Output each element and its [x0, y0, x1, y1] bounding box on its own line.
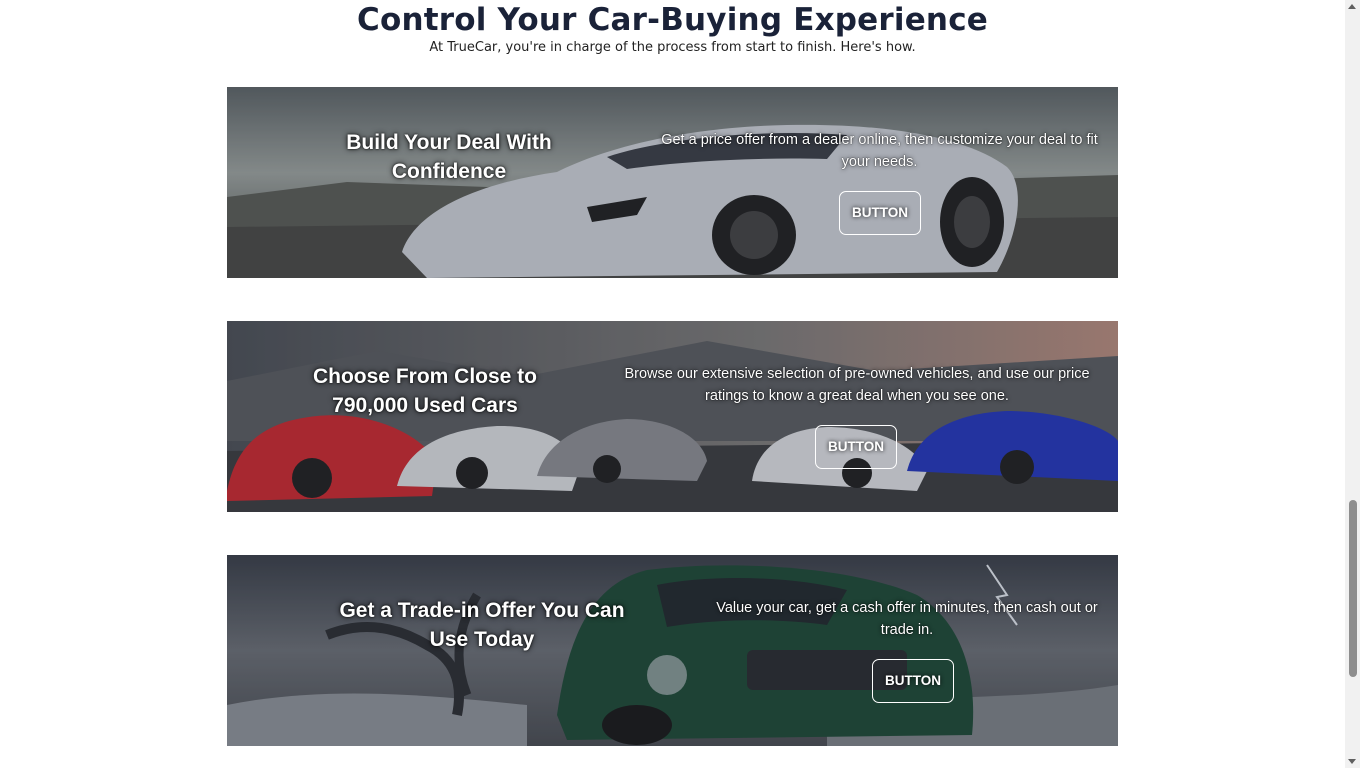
page-scrollbar[interactable]: [1345, 0, 1360, 768]
banner-title: Choose From Close to 790,000 Used Cars: [312, 365, 538, 417]
banner-trade-in: Get a Trade-in Offer You Can Use Today V…: [227, 555, 1118, 746]
banner-description: Value your car, get a cash offer in minu…: [716, 600, 1098, 638]
banner-build-deal: Build Your Deal With Confidence Get a pr…: [227, 87, 1118, 278]
banner-description: Browse our extensive selection of pre-ow…: [624, 366, 1090, 404]
trade-in-button[interactable]: BUTTON: [872, 659, 954, 703]
section-subtitle: At TrueCar, you're in charge of the proc…: [429, 40, 916, 55]
build-deal-button[interactable]: BUTTON: [839, 191, 921, 235]
section-title: Control Your Car-Buying Experience: [357, 2, 988, 38]
scrollbar-thumb[interactable]: [1349, 500, 1357, 677]
scroll-up-arrow-icon[interactable]: [1348, 4, 1356, 9]
banner-title: Build Your Deal With Confidence: [346, 131, 552, 183]
banner-title: Get a Trade-in Offer You Can Use Today: [339, 599, 625, 651]
banner-description: Get a price offer from a dealer online, …: [661, 132, 1098, 170]
banner-used-cars: Choose From Close to 790,000 Used Cars B…: [227, 321, 1118, 512]
scroll-down-arrow-icon[interactable]: [1348, 759, 1356, 764]
used-cars-button[interactable]: BUTTON: [815, 425, 897, 469]
